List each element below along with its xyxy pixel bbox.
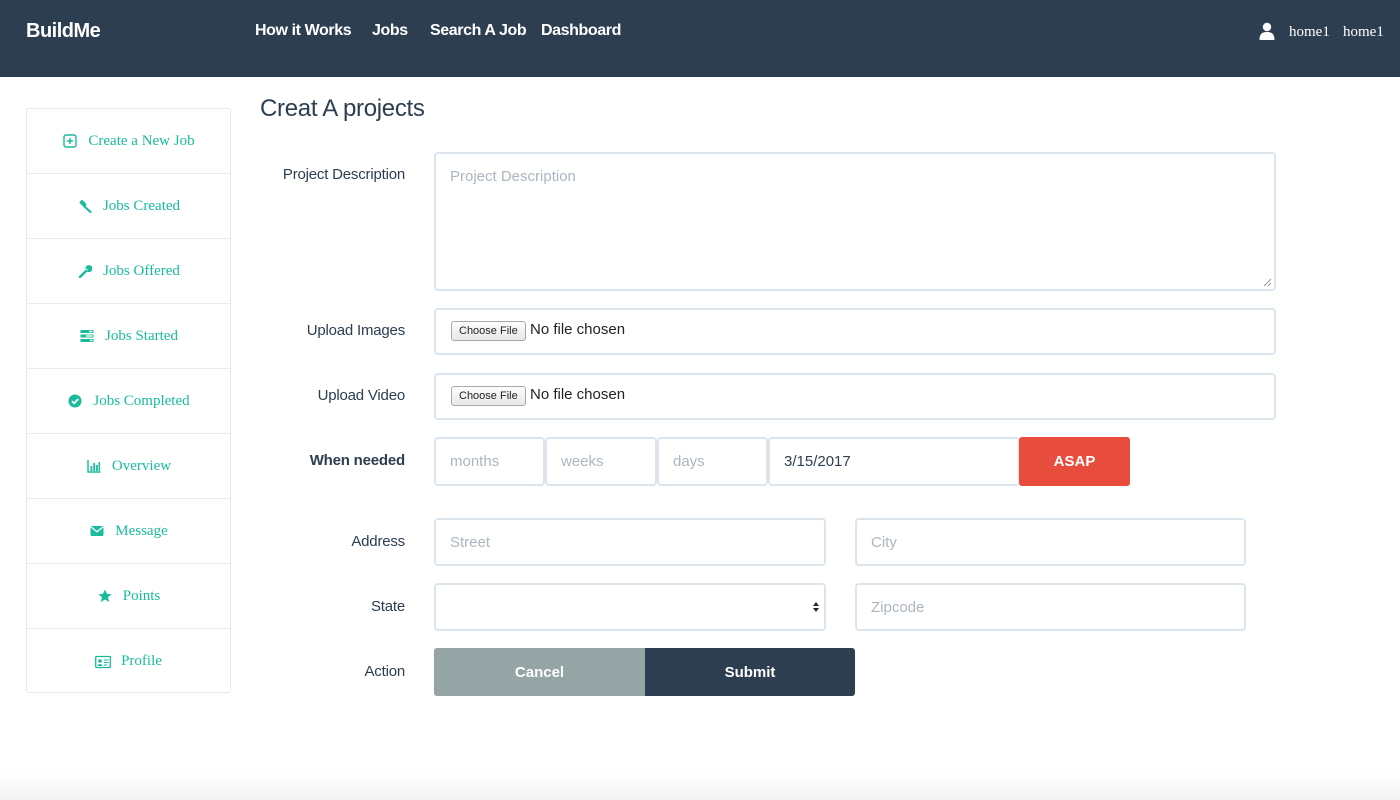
user-name-link[interactable]: home1 bbox=[1289, 24, 1330, 41]
when-needed-label: When needed bbox=[309, 452, 406, 469]
city-input[interactable] bbox=[855, 518, 1246, 566]
sidebar-item-create-new-job[interactable]: Create a New Job bbox=[27, 109, 230, 174]
wrench-icon bbox=[77, 263, 93, 279]
sidebar-item-label: Create a New Job bbox=[88, 132, 195, 149]
top-navbar: BuildMe How it Works Jobs Search A Job D… bbox=[0, 0, 1400, 77]
sidebar-item-jobs-created[interactable]: Jobs Created bbox=[27, 174, 230, 239]
images-file-status: No file chosen bbox=[530, 321, 626, 338]
sidebar-item-jobs-started[interactable]: Jobs Started bbox=[27, 304, 230, 369]
upload-video-label: Upload Video bbox=[317, 387, 406, 404]
sidebar-item-label: Points bbox=[122, 587, 161, 604]
sidebar-item-label: Jobs Completed bbox=[93, 392, 190, 409]
days-input[interactable] bbox=[657, 437, 768, 486]
sidebar-item-jobs-completed[interactable]: Jobs Completed bbox=[27, 369, 230, 434]
sidebar-item-message[interactable]: Message bbox=[27, 499, 230, 564]
star-icon bbox=[97, 588, 113, 604]
sidebar-item-label: Message bbox=[115, 522, 168, 539]
action-label: Action bbox=[364, 663, 406, 680]
nav-jobs[interactable]: Jobs bbox=[372, 22, 408, 40]
submit-button[interactable]: Submit bbox=[645, 648, 855, 696]
date-input[interactable] bbox=[768, 437, 1020, 486]
sidebar-item-label: Jobs Created bbox=[102, 197, 181, 214]
cancel-button[interactable]: Cancel bbox=[434, 648, 645, 696]
brand-logo[interactable]: BuildMe bbox=[26, 20, 101, 43]
upload-images-field: Choose File No file chosen bbox=[434, 308, 1276, 355]
nav-how-it-works[interactable]: How it Works bbox=[255, 22, 352, 40]
user-icon[interactable] bbox=[1259, 22, 1275, 40]
sidebar-item-points[interactable]: Points bbox=[27, 564, 230, 629]
sidebar-item-label: Profile bbox=[121, 653, 162, 669]
street-input[interactable] bbox=[434, 518, 826, 566]
gavel-icon bbox=[77, 198, 93, 214]
envelope-icon bbox=[89, 523, 105, 539]
sidebar-item-jobs-offered[interactable]: Jobs Offered bbox=[27, 239, 230, 304]
sidebar-item-profile[interactable]: Profile bbox=[27, 629, 230, 694]
check-circle-icon bbox=[67, 393, 83, 409]
weeks-input[interactable] bbox=[545, 437, 657, 486]
sidebar-item-overview[interactable]: Overview bbox=[27, 434, 230, 499]
state-select[interactable] bbox=[434, 583, 826, 631]
sidebar-menu: Create a New Job Jobs Created Jobs Offer… bbox=[26, 108, 231, 693]
upload-images-label: Upload Images bbox=[306, 322, 405, 339]
project-description-textarea[interactable] bbox=[434, 152, 1276, 291]
page-title: Creat A projects bbox=[260, 95, 425, 122]
user-menu-link[interactable]: home1 bbox=[1343, 24, 1384, 41]
nav-search-a-job[interactable]: Search A Job bbox=[430, 22, 527, 40]
project-description-label: Project Description bbox=[282, 166, 405, 183]
choose-video-button[interactable]: Choose File bbox=[451, 386, 526, 406]
state-label: State bbox=[370, 598, 405, 615]
nav-dashboard[interactable]: Dashboard bbox=[541, 22, 621, 40]
video-file-status: No file chosen bbox=[530, 386, 626, 403]
bar-chart-icon bbox=[86, 458, 102, 474]
asap-button[interactable]: ASAP bbox=[1019, 437, 1130, 486]
select-arrows-icon bbox=[813, 602, 819, 612]
zipcode-input[interactable] bbox=[855, 583, 1246, 631]
upload-video-field: Choose File No file chosen bbox=[434, 373, 1276, 420]
sidebar-item-label: Overview bbox=[111, 457, 172, 474]
address-label: Address bbox=[351, 533, 405, 550]
tasks-icon bbox=[79, 328, 95, 344]
months-input[interactable] bbox=[434, 437, 545, 486]
sidebar-item-label: Jobs Started bbox=[105, 327, 178, 344]
resize-grip-icon[interactable] bbox=[1263, 278, 1272, 287]
id-card-icon bbox=[95, 654, 112, 670]
plus-square-icon bbox=[62, 133, 78, 149]
page-footer-shade bbox=[0, 770, 1400, 800]
choose-images-button[interactable]: Choose File bbox=[451, 321, 526, 341]
sidebar-item-label: Jobs Offered bbox=[103, 262, 180, 279]
